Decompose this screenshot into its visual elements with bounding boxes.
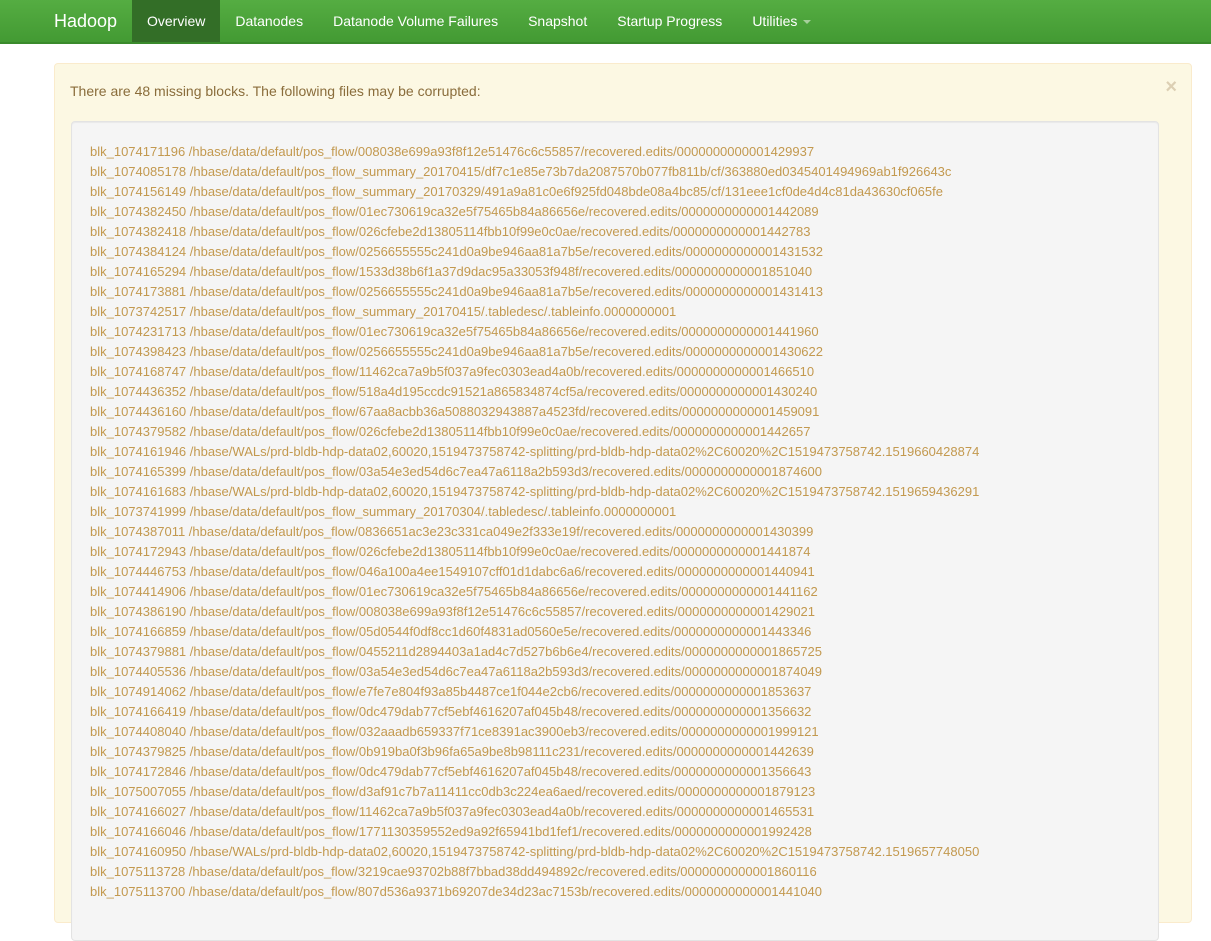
corrupted-file-link[interactable]: blk_1074398423 /hbase/data/default/pos_f…: [90, 342, 1158, 362]
corrupted-file-link[interactable]: blk_1073741999 /hbase/data/default/pos_f…: [90, 502, 1158, 522]
corrupted-file-link[interactable]: blk_1075113700 /hbase/data/default/pos_f…: [90, 882, 1158, 902]
nav-utilities-label: Utilities: [752, 13, 798, 29]
brand-logo[interactable]: Hadoop: [0, 0, 132, 42]
corrupted-file-link[interactable]: blk_1074166027 /hbase/data/default/pos_f…: [90, 802, 1158, 822]
corrupted-file-link[interactable]: blk_1074168747 /hbase/data/default/pos_f…: [90, 362, 1158, 382]
alert-message: There are 48 missing blocks. The followi…: [70, 83, 481, 99]
corrupted-file-link[interactable]: blk_1073742517 /hbase/data/default/pos_f…: [90, 302, 1158, 322]
corrupted-file-link[interactable]: blk_1074384124 /hbase/data/default/pos_f…: [90, 242, 1158, 262]
close-icon[interactable]: ×: [1165, 76, 1177, 98]
top-navbar: Hadoop Overview Datanodes Datanode Volum…: [0, 0, 1211, 44]
corrupted-file-link[interactable]: blk_1074446753 /hbase/data/default/pos_f…: [90, 562, 1158, 582]
corrupted-file-link[interactable]: blk_1074405536 /hbase/data/default/pos_f…: [90, 662, 1158, 682]
corrupted-file-link[interactable]: blk_1074156149 /hbase/data/default/pos_f…: [90, 182, 1158, 202]
corrupted-file-link[interactable]: blk_1074408040 /hbase/data/default/pos_f…: [90, 722, 1158, 742]
corrupted-file-link[interactable]: blk_1074436160 /hbase/data/default/pos_f…: [90, 402, 1158, 422]
nav-datanode-volume-failures[interactable]: Datanode Volume Failures: [318, 0, 513, 42]
corrupted-file-link[interactable]: blk_1075113728 /hbase/data/default/pos_f…: [90, 862, 1158, 882]
corrupted-file-link[interactable]: blk_1074379825 /hbase/data/default/pos_f…: [90, 742, 1158, 762]
corrupted-file-link[interactable]: blk_1074166419 /hbase/data/default/pos_f…: [90, 702, 1158, 722]
corrupted-file-link[interactable]: blk_1074166859 /hbase/data/default/pos_f…: [90, 622, 1158, 642]
corrupted-file-link[interactable]: blk_1074436352 /hbase/data/default/pos_f…: [90, 382, 1158, 402]
corrupted-file-link[interactable]: blk_1074165294 /hbase/data/default/pos_f…: [90, 262, 1158, 282]
missing-blocks-alert: There are 48 missing blocks. The followi…: [54, 63, 1192, 941]
corrupted-file-link[interactable]: blk_1074166046 /hbase/data/default/pos_f…: [90, 822, 1158, 842]
corrupted-file-link[interactable]: blk_1074160950 /hbase/WALs/prd-bldb-hdp-…: [90, 842, 1158, 862]
corrupted-file-link[interactable]: blk_1074161683 /hbase/WALs/prd-bldb-hdp-…: [90, 482, 1158, 502]
corrupted-file-link[interactable]: blk_1074914062 /hbase/data/default/pos_f…: [90, 682, 1158, 702]
nav-snapshot[interactable]: Snapshot: [513, 0, 602, 42]
corrupted-file-link[interactable]: blk_1074382418 /hbase/data/default/pos_f…: [90, 222, 1158, 242]
corrupted-file-link[interactable]: blk_1074161946 /hbase/WALs/prd-bldb-hdp-…: [90, 442, 1158, 462]
nav-startup-progress[interactable]: Startup Progress: [602, 0, 737, 42]
corrupted-file-link[interactable]: blk_1075007055 /hbase/data/default/pos_f…: [90, 782, 1158, 802]
nav-overview[interactable]: Overview: [132, 0, 221, 42]
corrupted-file-link[interactable]: blk_1074231713 /hbase/data/default/pos_f…: [90, 322, 1158, 342]
corrupted-file-link[interactable]: blk_1074387011 /hbase/data/default/pos_f…: [90, 522, 1158, 542]
corrupted-file-link[interactable]: blk_1074382450 /hbase/data/default/pos_f…: [90, 202, 1158, 222]
corrupted-file-link[interactable]: blk_1074085178 /hbase/data/default/pos_f…: [90, 162, 1158, 182]
corrupted-file-link[interactable]: blk_1074379881 /hbase/data/default/pos_f…: [90, 642, 1158, 662]
corrupted-file-link[interactable]: blk_1074379582 /hbase/data/default/pos_f…: [90, 422, 1158, 442]
caret-down-icon: [803, 20, 812, 24]
corrupted-file-link[interactable]: blk_1074171196 /hbase/data/default/pos_f…: [90, 142, 1158, 162]
corrupted-file-link[interactable]: blk_1074165399 /hbase/data/default/pos_f…: [90, 462, 1158, 482]
corrupted-file-link[interactable]: blk_1074172943 /hbase/data/default/pos_f…: [90, 542, 1158, 562]
nav-utilities-dropdown[interactable]: Utilities: [737, 0, 826, 42]
nav-datanodes[interactable]: Datanodes: [220, 0, 318, 42]
corrupted-file-link[interactable]: blk_1074414906 /hbase/data/default/pos_f…: [90, 582, 1158, 602]
corrupted-files-list: blk_1074171196 /hbase/data/default/pos_f…: [71, 121, 1159, 941]
corrupted-file-link[interactable]: blk_1074386190 /hbase/data/default/pos_f…: [90, 602, 1158, 622]
corrupted-file-link[interactable]: blk_1074172846 /hbase/data/default/pos_f…: [90, 762, 1158, 782]
corrupted-file-link[interactable]: blk_1074173881 /hbase/data/default/pos_f…: [90, 282, 1158, 302]
